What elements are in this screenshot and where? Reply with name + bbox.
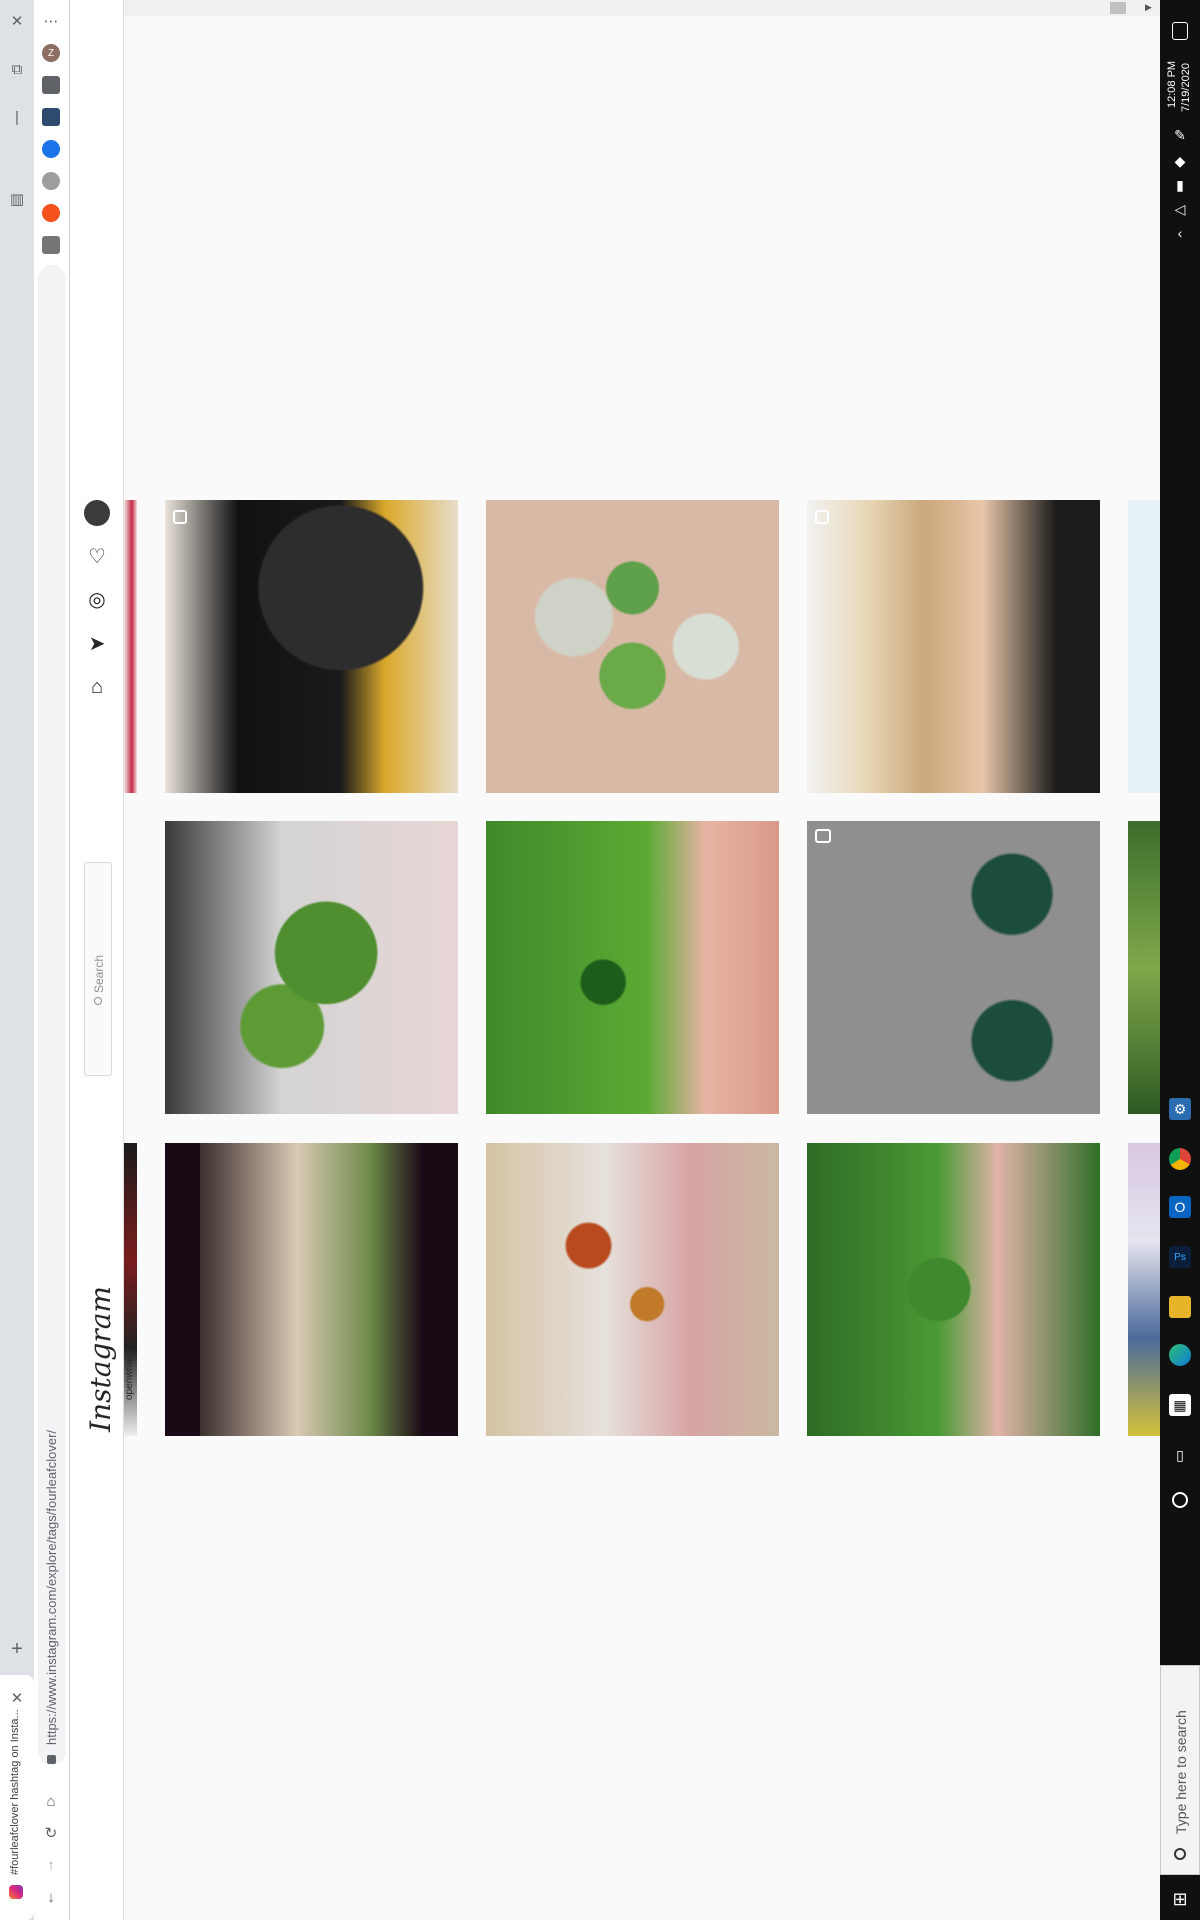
more-icon[interactable]: ⋯ xyxy=(38,8,64,34)
activity-icon[interactable]: ♡ xyxy=(84,543,110,569)
multi-photo-icon xyxy=(815,510,829,524)
task-view-icon[interactable]: ▯ xyxy=(1169,1444,1191,1466)
scroll-thumb[interactable] xyxy=(1110,2,1126,14)
scroll-right-icon[interactable]: ▶ xyxy=(1145,2,1152,13)
partial-tile-right-3[interactable] xyxy=(1128,1143,1160,1436)
close-tab-icon[interactable]: ✕ xyxy=(4,1685,30,1711)
battery-icon[interactable]: ▮ xyxy=(1169,174,1191,196)
horizontal-scrollbar[interactable]: ◀ ▶ xyxy=(70,0,1160,16)
close-icon[interactable]: ✕ xyxy=(2,8,32,34)
new-tab-icon[interactable]: + xyxy=(2,1636,32,1662)
chevron-up-icon[interactable]: ‹ xyxy=(1169,222,1191,244)
windows-start-icon[interactable]: ⊞ xyxy=(1169,1888,1191,1910)
minimize-icon[interactable]: | xyxy=(2,104,32,130)
search-icon xyxy=(1174,1848,1186,1860)
extension-circle-icon[interactable] xyxy=(42,172,60,190)
avatar-initial: Z xyxy=(47,47,55,59)
outlook-icon[interactable]: O xyxy=(1169,1196,1191,1218)
tab-title: #fourleafclover hashtag on Insta... xyxy=(9,1709,21,1875)
post-tile[interactable] xyxy=(807,500,1100,793)
extension-blue-icon[interactable] xyxy=(42,140,60,158)
extension-orange-icon[interactable] xyxy=(42,204,60,222)
forward-icon[interactable]: ↑ xyxy=(38,1852,64,1878)
partial-caption: openwriter xyxy=(124,1353,135,1400)
url-text: https://www.instagram.com/explore/tags/f… xyxy=(44,1429,59,1745)
post-tile[interactable] xyxy=(165,1143,458,1436)
split-view-icon[interactable]: ▥ xyxy=(2,186,32,212)
photoshop-icon[interactable]: Ps xyxy=(1169,1246,1191,1268)
partial-tile-right-1[interactable] xyxy=(1128,500,1160,793)
post-tile[interactable] xyxy=(807,1143,1100,1436)
instagram-favicon-icon xyxy=(9,1885,23,1899)
partial-tile-right-2[interactable] xyxy=(1128,821,1160,1114)
post-tile[interactable] xyxy=(486,1143,779,1436)
store-icon[interactable]: ▦ xyxy=(1169,1394,1191,1416)
notification-icon[interactable] xyxy=(1172,22,1188,40)
video-icon xyxy=(815,829,831,843)
avatar[interactable] xyxy=(84,500,110,526)
instagram-logo[interactable]: Instagram xyxy=(84,1286,117,1432)
pen-icon[interactable]: ✎ xyxy=(1169,124,1191,146)
extension-chart-icon[interactable] xyxy=(42,108,60,126)
tab-strip: ✕ ⧉ | ▥ + ✕ #fourleafclover hashtag on I… xyxy=(0,0,34,1920)
taskbar-search-box[interactable]: Type here to search xyxy=(1160,1665,1200,1875)
direct-icon[interactable]: ➤ xyxy=(84,630,110,656)
volume-icon[interactable]: ◁ xyxy=(1169,198,1191,220)
dropbox-icon[interactable]: ◆ xyxy=(1169,150,1191,172)
extensions-icon[interactable] xyxy=(42,76,60,94)
home-icon[interactable]: ⌂ xyxy=(38,1788,64,1814)
windows-taskbar: 12:08 PM 7/19/2020 ✎ ◆ ▮ ◁ ‹ ⚙ O Ps ▦ ▯ … xyxy=(1160,0,1200,1920)
home-nav-icon[interactable]: ⌂ xyxy=(84,674,110,700)
collections-icon[interactable]: ⧉ xyxy=(2,56,32,82)
taskbar-search-text: Type here to search xyxy=(1173,1710,1189,1834)
search-icon xyxy=(94,997,102,1005)
search-placeholder: Search xyxy=(92,954,106,993)
post-tile[interactable] xyxy=(807,821,1100,1114)
multi-photo-icon xyxy=(173,510,187,524)
post-tile[interactable] xyxy=(486,821,779,1114)
partial-tile-left-1[interactable] xyxy=(124,500,137,793)
post-tile[interactable] xyxy=(165,500,458,793)
address-bar[interactable]: https://www.instagram.com/explore/tags/f… xyxy=(38,265,66,1765)
reload-icon[interactable]: ↻ xyxy=(38,1820,64,1846)
search-input[interactable]: Search xyxy=(84,862,112,1076)
file-explorer-icon[interactable] xyxy=(1169,1296,1191,1318)
edge-icon[interactable] xyxy=(1169,1344,1191,1366)
clock-time[interactable]: 12:08 PM xyxy=(1166,61,1178,108)
app-icon-settings[interactable]: ⚙ xyxy=(1169,1098,1191,1120)
active-tab[interactable]: ✕ #fourleafclover hashtag on Insta... xyxy=(0,1675,34,1920)
post-tile[interactable] xyxy=(486,500,779,793)
cortana-icon[interactable] xyxy=(1172,1492,1188,1508)
lock-icon xyxy=(47,1755,56,1764)
explore-icon[interactable]: ◎ xyxy=(84,586,110,612)
extension-grey-icon[interactable] xyxy=(42,236,60,254)
chrome-icon[interactable] xyxy=(1169,1148,1191,1170)
clock-date[interactable]: 7/19/2020 xyxy=(1180,63,1192,112)
post-tile[interactable] xyxy=(165,821,458,1114)
avatar[interactable]: Z xyxy=(42,44,60,62)
back-icon[interactable]: ↓ xyxy=(38,1884,64,1910)
